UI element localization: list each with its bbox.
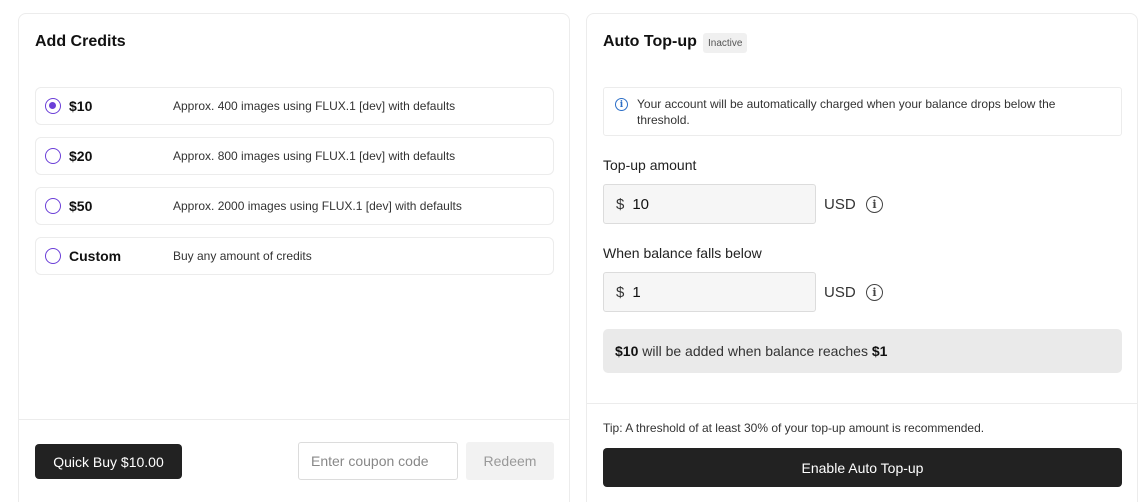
threshold-label: When balance falls below <box>603 245 762 261</box>
threshold-value: 1 <box>632 283 641 301</box>
redeem-button[interactable]: Redeem <box>466 442 554 480</box>
info-icon[interactable]: i <box>866 284 883 301</box>
topup-amount-label: Top-up amount <box>603 157 697 173</box>
dollar-sign: $ <box>616 283 625 301</box>
coupon-input[interactable] <box>298 442 458 480</box>
quick-buy-button[interactable]: Quick Buy $10.00 <box>35 444 182 479</box>
info-notice: i Your account will be automatically cha… <box>603 87 1122 136</box>
footer-divider <box>587 403 1137 404</box>
credit-option-10[interactable]: $10 Approx. 400 images using FLUX.1 [dev… <box>35 87 554 125</box>
topup-amount-input[interactable]: $ 10 <box>603 184 816 224</box>
credit-option-amount: $20 <box>69 148 93 164</box>
auto-topup-title: Auto Top-up <box>603 33 697 50</box>
radio-selected-icon[interactable] <box>45 98 61 114</box>
info-icon[interactable]: i <box>866 196 883 213</box>
threshold-unit: USD <box>824 284 856 301</box>
credit-option-20[interactable]: $20 Approx. 800 images using FLUX.1 [dev… <box>35 137 554 175</box>
topup-unit: USD <box>824 196 856 213</box>
credit-option-amount: $10 <box>69 98 93 114</box>
info-text: Your account will be automatically charg… <box>637 97 1056 127</box>
credit-option-description: Buy any amount of credits <box>173 249 312 263</box>
summary-amount: $10 <box>615 343 639 359</box>
credit-option-description: Approx. 400 images using FLUX.1 [dev] wi… <box>173 99 456 113</box>
credit-option-amount: Custom <box>69 248 122 264</box>
dollar-sign: $ <box>616 195 625 213</box>
credit-option-description: Approx. 800 images using FLUX.1 [dev] wi… <box>173 149 456 163</box>
info-icon: i <box>615 98 628 111</box>
status-badge: Inactive <box>703 33 748 53</box>
credit-option-description: Approx. 2000 images using FLUX.1 [dev] w… <box>173 199 462 213</box>
auto-topup-panel: Auto Top-up Inactive i Your account will… <box>586 13 1138 502</box>
add-credits-title: Add Credits <box>35 33 126 50</box>
topup-amount-value: 10 <box>632 195 650 213</box>
radio-icon[interactable] <box>45 248 61 264</box>
topup-summary: $10 will be added when balance reaches $… <box>603 329 1122 373</box>
add-credits-panel: Add Credits $10 Approx. 400 images using… <box>18 13 570 502</box>
footer-divider <box>19 419 569 420</box>
radio-icon[interactable] <box>45 148 61 164</box>
summary-text: will be added when balance reaches <box>638 343 872 359</box>
threshold-input[interactable]: $ 1 <box>603 272 816 312</box>
credit-option-50[interactable]: $50 Approx. 2000 images using FLUX.1 [de… <box>35 187 554 225</box>
tip-text: Tip: A threshold of at least 30% of your… <box>603 421 985 435</box>
credit-option-custom[interactable]: Custom Buy any amount of credits <box>35 237 554 275</box>
enable-auto-topup-button[interactable]: Enable Auto Top-up <box>603 448 1122 487</box>
summary-threshold: $1 <box>871 343 888 359</box>
credit-option-amount: $50 <box>69 198 93 214</box>
radio-icon[interactable] <box>45 198 61 214</box>
